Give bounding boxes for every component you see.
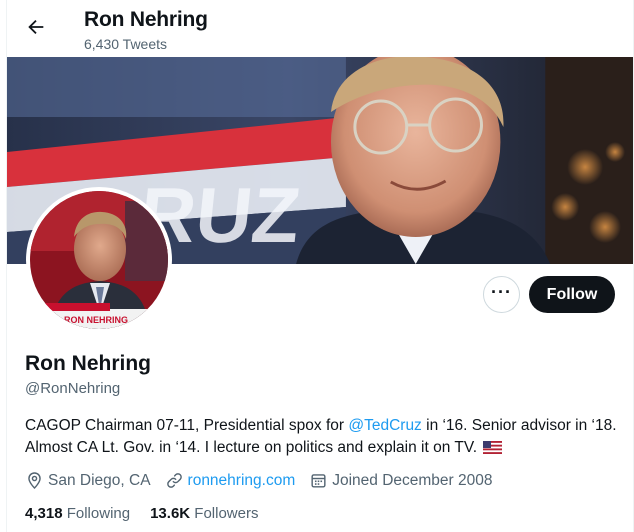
website-item[interactable]: ronnehring.com	[165, 471, 296, 490]
us-flag-icon	[483, 441, 503, 454]
more-options-button[interactable]: ···	[483, 276, 520, 313]
location-item: San Diego, CA	[25, 471, 151, 490]
bio-text-1: CAGOP Chairman 07-11, Presidential spox …	[25, 417, 349, 434]
profile-handle: @RonNehring	[25, 380, 121, 397]
more-icon: ···	[491, 281, 512, 302]
joined-text: Joined December 2008	[332, 471, 493, 489]
follow-stats: 4,318 Following 13.6K Followers	[25, 505, 278, 522]
avatar-ticker-text: RON NEHRING	[64, 315, 128, 325]
website-link[interactable]: ronnehring.com	[188, 472, 296, 490]
location-text: San Diego, CA	[48, 471, 151, 489]
followers-count: 13.6K	[150, 505, 191, 522]
arrow-left-icon	[28, 19, 44, 35]
avatar[interactable]: RON NEHRING	[26, 187, 172, 333]
header-title: Ron Nehring	[84, 8, 208, 31]
location-pin-icon	[28, 472, 41, 490]
back-button[interactable]	[25, 16, 47, 38]
profile-header: Ron Nehring 6,430 Tweets	[7, 0, 633, 57]
profile-bio: CAGOP Chairman 07-11, Presidential spox …	[25, 415, 625, 459]
following-link[interactable]: 4,318 Following	[25, 505, 130, 522]
followers-link[interactable]: 13.6K Followers	[150, 505, 258, 522]
calendar-icon	[311, 474, 326, 488]
follow-button[interactable]: Follow	[529, 276, 615, 313]
bio-mention-link[interactable]: @TedCruz	[348, 417, 421, 434]
joined-item: Joined December 2008	[309, 471, 493, 490]
profile-column: Ron Nehring 6,430 Tweets RUZ RON NEHRING…	[6, 0, 634, 532]
tweet-count: 6,430 Tweets	[84, 36, 168, 52]
followers-label: Followers	[194, 505, 259, 522]
following-count: 4,318	[25, 505, 63, 522]
profile-meta: San Diego, CA ronnehring.com Joined Dece…	[25, 471, 507, 490]
link-icon	[166, 473, 182, 488]
profile-name: Ron Nehring	[25, 352, 151, 375]
following-label: Following	[66, 505, 131, 522]
avatar-image: RON NEHRING	[30, 191, 168, 329]
